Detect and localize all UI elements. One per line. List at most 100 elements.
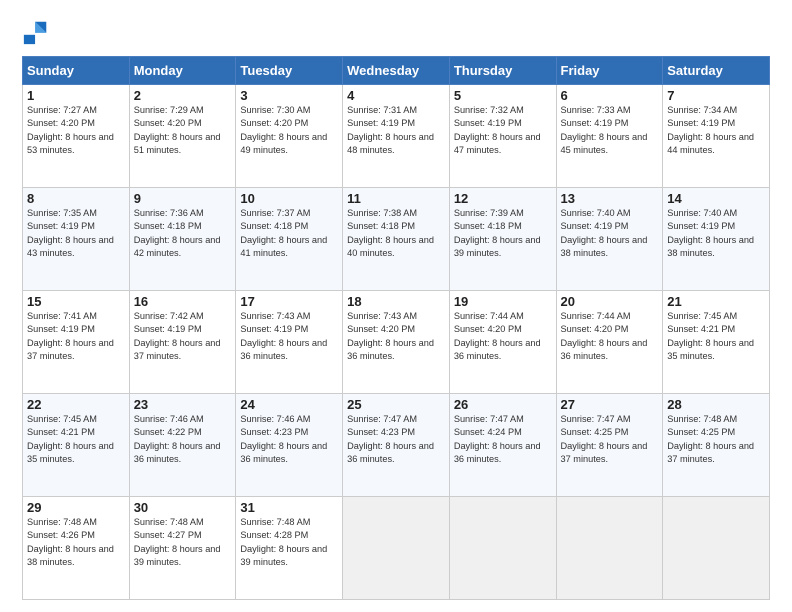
table-row: 21Sunrise: 7:45 AMSunset: 4:21 PMDayligh… <box>663 291 770 394</box>
table-row: 2Sunrise: 7:29 AMSunset: 4:20 PMDaylight… <box>129 85 236 188</box>
day-number: 10 <box>240 191 338 206</box>
header <box>22 18 770 46</box>
col-tuesday: Tuesday <box>236 57 343 85</box>
day-info: Sunrise: 7:38 AMSunset: 4:18 PMDaylight:… <box>347 207 445 260</box>
day-info: Sunrise: 7:36 AMSunset: 4:18 PMDaylight:… <box>134 207 232 260</box>
day-number: 5 <box>454 88 552 103</box>
calendar-table: Sunday Monday Tuesday Wednesday Thursday… <box>22 56 770 600</box>
table-row: 22Sunrise: 7:45 AMSunset: 4:21 PMDayligh… <box>23 394 130 497</box>
table-row: 17Sunrise: 7:43 AMSunset: 4:19 PMDayligh… <box>236 291 343 394</box>
table-row: 16Sunrise: 7:42 AMSunset: 4:19 PMDayligh… <box>129 291 236 394</box>
calendar-week-row: 29Sunrise: 7:48 AMSunset: 4:26 PMDayligh… <box>23 497 770 600</box>
col-thursday: Thursday <box>449 57 556 85</box>
day-info: Sunrise: 7:37 AMSunset: 4:18 PMDaylight:… <box>240 207 338 260</box>
day-number: 27 <box>561 397 659 412</box>
day-info: Sunrise: 7:31 AMSunset: 4:19 PMDaylight:… <box>347 104 445 157</box>
day-number: 14 <box>667 191 765 206</box>
table-row: 23Sunrise: 7:46 AMSunset: 4:22 PMDayligh… <box>129 394 236 497</box>
table-row: 4Sunrise: 7:31 AMSunset: 4:19 PMDaylight… <box>343 85 450 188</box>
day-info: Sunrise: 7:29 AMSunset: 4:20 PMDaylight:… <box>134 104 232 157</box>
day-number: 20 <box>561 294 659 309</box>
day-info: Sunrise: 7:43 AMSunset: 4:19 PMDaylight:… <box>240 310 338 363</box>
table-row: 24Sunrise: 7:46 AMSunset: 4:23 PMDayligh… <box>236 394 343 497</box>
day-number: 11 <box>347 191 445 206</box>
day-info: Sunrise: 7:35 AMSunset: 4:19 PMDaylight:… <box>27 207 125 260</box>
calendar-week-row: 8Sunrise: 7:35 AMSunset: 4:19 PMDaylight… <box>23 188 770 291</box>
day-info: Sunrise: 7:48 AMSunset: 4:27 PMDaylight:… <box>134 516 232 569</box>
day-number: 31 <box>240 500 338 515</box>
day-number: 16 <box>134 294 232 309</box>
day-number: 18 <box>347 294 445 309</box>
day-info: Sunrise: 7:44 AMSunset: 4:20 PMDaylight:… <box>454 310 552 363</box>
table-row: 29Sunrise: 7:48 AMSunset: 4:26 PMDayligh… <box>23 497 130 600</box>
day-info: Sunrise: 7:47 AMSunset: 4:23 PMDaylight:… <box>347 413 445 466</box>
day-info: Sunrise: 7:27 AMSunset: 4:20 PMDaylight:… <box>27 104 125 157</box>
col-friday: Friday <box>556 57 663 85</box>
table-row <box>556 497 663 600</box>
day-info: Sunrise: 7:45 AMSunset: 4:21 PMDaylight:… <box>27 413 125 466</box>
table-row: 8Sunrise: 7:35 AMSunset: 4:19 PMDaylight… <box>23 188 130 291</box>
day-number: 29 <box>27 500 125 515</box>
day-number: 15 <box>27 294 125 309</box>
day-number: 30 <box>134 500 232 515</box>
col-sunday: Sunday <box>23 57 130 85</box>
day-info: Sunrise: 7:48 AMSunset: 4:25 PMDaylight:… <box>667 413 765 466</box>
day-info: Sunrise: 7:48 AMSunset: 4:28 PMDaylight:… <box>240 516 338 569</box>
table-row: 7Sunrise: 7:34 AMSunset: 4:19 PMDaylight… <box>663 85 770 188</box>
table-row: 14Sunrise: 7:40 AMSunset: 4:19 PMDayligh… <box>663 188 770 291</box>
table-row: 28Sunrise: 7:48 AMSunset: 4:25 PMDayligh… <box>663 394 770 497</box>
col-wednesday: Wednesday <box>343 57 450 85</box>
day-info: Sunrise: 7:45 AMSunset: 4:21 PMDaylight:… <box>667 310 765 363</box>
day-number: 13 <box>561 191 659 206</box>
table-row: 5Sunrise: 7:32 AMSunset: 4:19 PMDaylight… <box>449 85 556 188</box>
day-info: Sunrise: 7:44 AMSunset: 4:20 PMDaylight:… <box>561 310 659 363</box>
table-row: 10Sunrise: 7:37 AMSunset: 4:18 PMDayligh… <box>236 188 343 291</box>
day-info: Sunrise: 7:46 AMSunset: 4:22 PMDaylight:… <box>134 413 232 466</box>
col-monday: Monday <box>129 57 236 85</box>
table-row: 25Sunrise: 7:47 AMSunset: 4:23 PMDayligh… <box>343 394 450 497</box>
day-number: 28 <box>667 397 765 412</box>
day-number: 9 <box>134 191 232 206</box>
day-info: Sunrise: 7:40 AMSunset: 4:19 PMDaylight:… <box>561 207 659 260</box>
table-row: 18Sunrise: 7:43 AMSunset: 4:20 PMDayligh… <box>343 291 450 394</box>
day-number: 2 <box>134 88 232 103</box>
day-number: 25 <box>347 397 445 412</box>
day-info: Sunrise: 7:46 AMSunset: 4:23 PMDaylight:… <box>240 413 338 466</box>
day-number: 7 <box>667 88 765 103</box>
day-info: Sunrise: 7:47 AMSunset: 4:25 PMDaylight:… <box>561 413 659 466</box>
table-row <box>343 497 450 600</box>
day-number: 26 <box>454 397 552 412</box>
table-row: 31Sunrise: 7:48 AMSunset: 4:28 PMDayligh… <box>236 497 343 600</box>
page: Sunday Monday Tuesday Wednesday Thursday… <box>0 0 792 612</box>
day-info: Sunrise: 7:40 AMSunset: 4:19 PMDaylight:… <box>667 207 765 260</box>
day-number: 6 <box>561 88 659 103</box>
logo <box>22 18 54 46</box>
day-number: 1 <box>27 88 125 103</box>
table-row: 1Sunrise: 7:27 AMSunset: 4:20 PMDaylight… <box>23 85 130 188</box>
day-number: 3 <box>240 88 338 103</box>
day-number: 21 <box>667 294 765 309</box>
calendar-week-row: 1Sunrise: 7:27 AMSunset: 4:20 PMDaylight… <box>23 85 770 188</box>
calendar-week-row: 22Sunrise: 7:45 AMSunset: 4:21 PMDayligh… <box>23 394 770 497</box>
day-number: 12 <box>454 191 552 206</box>
table-row: 15Sunrise: 7:41 AMSunset: 4:19 PMDayligh… <box>23 291 130 394</box>
day-info: Sunrise: 7:42 AMSunset: 4:19 PMDaylight:… <box>134 310 232 363</box>
table-row: 20Sunrise: 7:44 AMSunset: 4:20 PMDayligh… <box>556 291 663 394</box>
table-row: 30Sunrise: 7:48 AMSunset: 4:27 PMDayligh… <box>129 497 236 600</box>
table-row: 9Sunrise: 7:36 AMSunset: 4:18 PMDaylight… <box>129 188 236 291</box>
calendar-header-row: Sunday Monday Tuesday Wednesday Thursday… <box>23 57 770 85</box>
table-row: 3Sunrise: 7:30 AMSunset: 4:20 PMDaylight… <box>236 85 343 188</box>
table-row: 12Sunrise: 7:39 AMSunset: 4:18 PMDayligh… <box>449 188 556 291</box>
table-row <box>449 497 556 600</box>
day-number: 17 <box>240 294 338 309</box>
day-info: Sunrise: 7:34 AMSunset: 4:19 PMDaylight:… <box>667 104 765 157</box>
table-row: 13Sunrise: 7:40 AMSunset: 4:19 PMDayligh… <box>556 188 663 291</box>
day-number: 24 <box>240 397 338 412</box>
day-info: Sunrise: 7:39 AMSunset: 4:18 PMDaylight:… <box>454 207 552 260</box>
table-row: 27Sunrise: 7:47 AMSunset: 4:25 PMDayligh… <box>556 394 663 497</box>
table-row <box>663 497 770 600</box>
table-row: 26Sunrise: 7:47 AMSunset: 4:24 PMDayligh… <box>449 394 556 497</box>
day-number: 23 <box>134 397 232 412</box>
col-saturday: Saturday <box>663 57 770 85</box>
day-info: Sunrise: 7:47 AMSunset: 4:24 PMDaylight:… <box>454 413 552 466</box>
